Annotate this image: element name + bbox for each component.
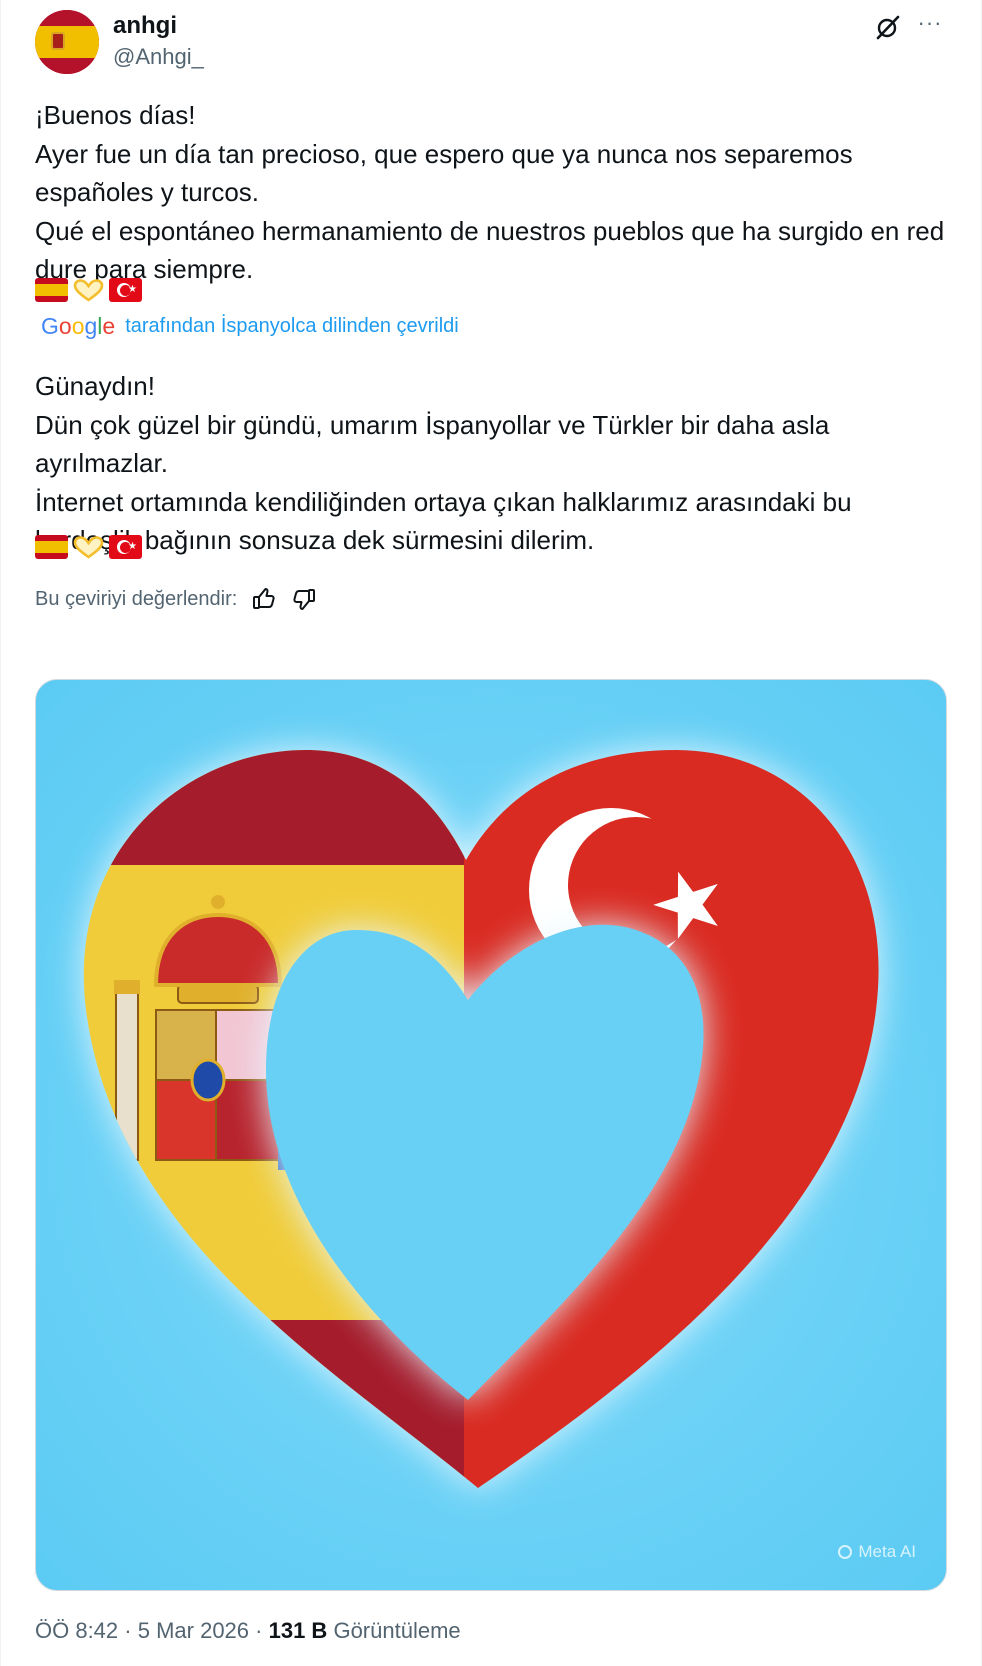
thumbs-up-icon[interactable] [251,586,277,612]
tweet-image[interactable]: Meta AI [35,679,947,1591]
views-label[interactable]: Görüntüleme [333,1618,460,1643]
rate-translation-label: Bu çeviriyi değerlendir: [35,587,238,610]
emoji-row: ★ [35,535,142,561]
grok-icon[interactable] [875,14,901,40]
turkey-flag-emoji: ★ [109,278,142,302]
avatar[interactable] [35,10,99,74]
original-tweet-text: ¡Buenos días! Ayer fue un día tan precio… [35,96,945,289]
tweet-card: anhgi @Anhgi_ ··· ¡Buenos días! Ayer fue… [0,0,982,1666]
author-handle[interactable]: @Anhgi_ [113,44,204,70]
text-line: Ayer fue un día tan precioso, que espero… [35,138,860,208]
text-line: Dün çok güzel bir gündü, umarım İspanyol… [35,409,837,479]
text-line: Günaydın! [35,371,155,401]
rate-translation: Bu çeviriyi değerlendir: [35,586,317,612]
more-options-icon[interactable]: ··· [915,12,945,42]
translation-notice[interactable]: Google tarafından İspanyolca dilinden çe… [41,313,459,340]
separator: · [255,1618,263,1643]
google-logo: Google [41,313,116,339]
views-count[interactable]: 131 B [269,1618,328,1643]
translated-tweet-text: Günaydın! Dün çok güzel bir gündü, umarı… [35,367,945,560]
emoji-row: ★ [35,278,142,304]
meta-ai-watermark-text: Meta AI [858,1542,916,1561]
separator: · [124,1618,132,1643]
tweet-meta: ÖÖ 8:42 · 5 Mar 2026 · 131 B Görüntüleme [35,1618,461,1644]
spain-flag-emoji [35,278,68,302]
yellow-heart-hands-emoji [72,535,105,559]
text-line: İnternet ortamında kendiliğinden ortaya … [35,486,859,556]
spain-turkey-heart-image [36,680,946,1590]
yellow-heart-hands-emoji [72,278,105,302]
text-line: Qué el espontáneo hermanamiento de nuest… [35,215,952,285]
tweet-date[interactable]: 5 Mar 2026 [138,1618,249,1643]
author-display-name[interactable]: anhgi [113,12,177,40]
spain-flag-emoji [35,535,68,559]
text-line: ¡Buenos días! [35,100,196,130]
tweet-time[interactable]: ÖÖ 8:42 [35,1618,118,1643]
meta-ai-watermark: Meta AI [838,1542,916,1562]
translation-notice-text[interactable]: tarafından İspanyolca dilinden çevrildi [125,315,459,338]
turkey-flag-emoji: ★ [109,535,142,559]
thumbs-down-icon[interactable] [291,586,317,612]
